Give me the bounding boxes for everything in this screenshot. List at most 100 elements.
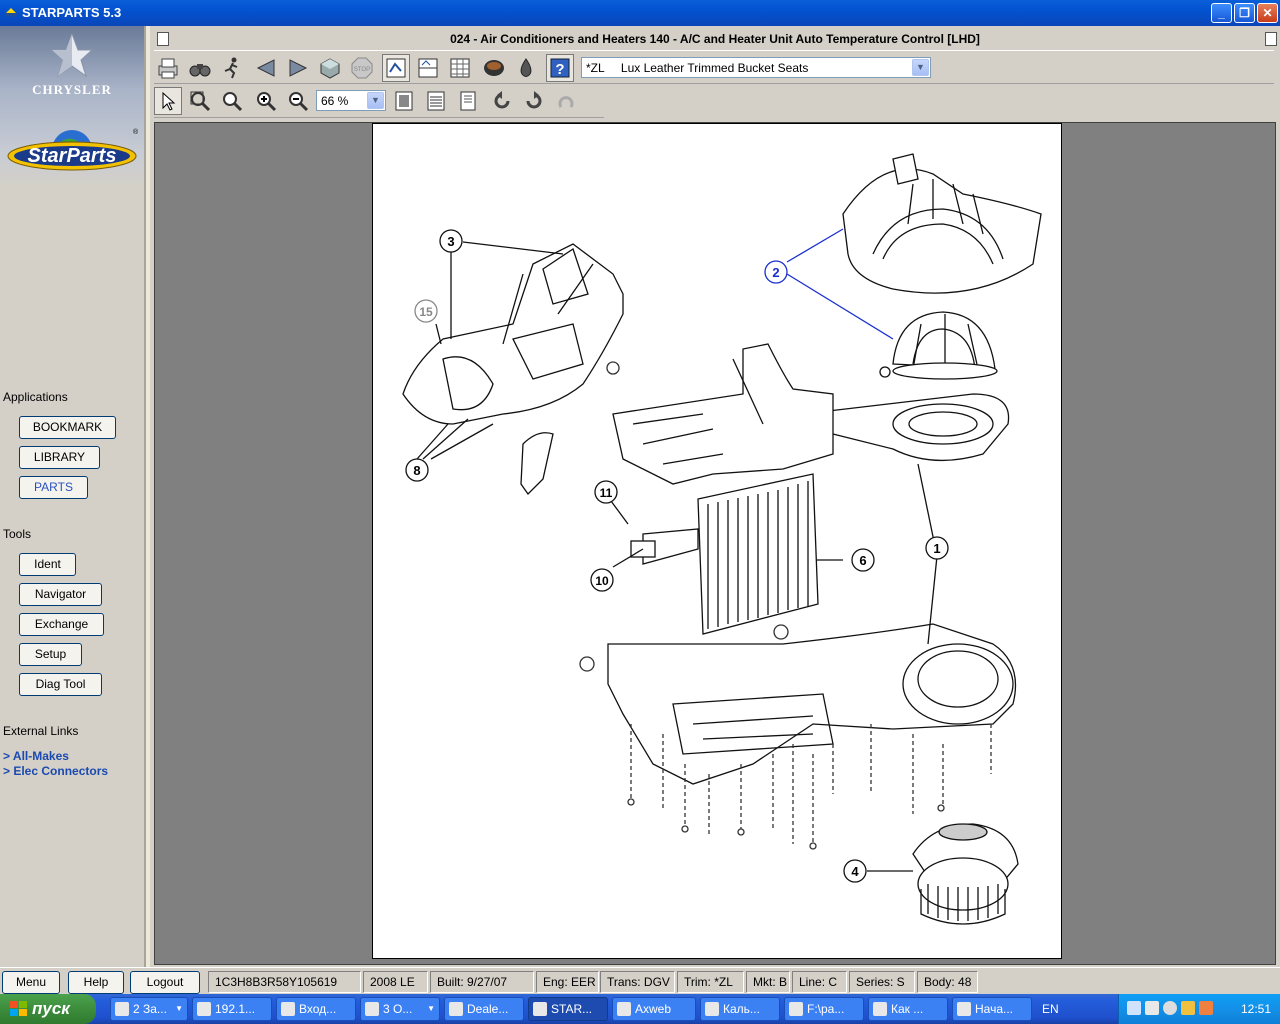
reset-rotation-button[interactable] [552,87,580,115]
task-item-3[interactable]: Вход... [276,997,356,1021]
exchange-button[interactable]: Exchange [19,613,104,636]
ident-button[interactable]: Ident [19,553,76,576]
callout-8-label: 8 [413,463,420,478]
trim-field: Trim: *ZL [677,971,744,993]
logout-button[interactable]: Logout [130,971,200,994]
task-item-10[interactable]: Как ... [868,997,948,1021]
zoom-out-button[interactable] [284,87,312,115]
network-tray-icon[interactable] [1127,1001,1141,1015]
diag-tool-button[interactable]: Diag Tool [19,673,102,696]
start-button[interactable]: пуск [0,994,96,1024]
chrysler-wordmark: CHRYSLER [32,82,112,97]
task-item-7[interactable]: Axweb [612,997,696,1021]
language-indicator[interactable]: EN [1042,1002,1059,1016]
fit-page-button[interactable] [390,87,418,115]
task-item-11[interactable]: Нача... [952,997,1032,1021]
part-2-housing[interactable] [842,153,1042,380]
task-label: Каль... [723,1002,760,1016]
run-button[interactable] [218,54,246,82]
callout-11[interactable]: 11 [594,480,618,504]
fluids-button[interactable] [512,54,540,82]
rotate-right-button[interactable] [520,87,548,115]
update-tray-icon[interactable] [1163,1001,1177,1015]
callout-10-label: 10 [595,574,609,588]
ie-icon [449,1002,463,1016]
task-item-starparts[interactable]: STAR... [528,997,608,1021]
split-view-button[interactable] [414,54,442,82]
zoom-box-button[interactable] [186,87,214,115]
setup-button[interactable]: Setup [19,643,82,666]
reset-icon [558,96,574,108]
rotate-left-icon [494,91,510,109]
maximize-button[interactable]: ❐ [1234,3,1255,23]
part-6-evaporator[interactable] [630,473,819,635]
document-icon-right[interactable] [1265,32,1277,46]
help-tool-button[interactable]: ? [546,54,574,82]
back-button[interactable] [252,54,280,82]
zoom-in-icon [257,92,277,112]
callout-1[interactable]: 1 [925,536,949,560]
zoom-select[interactable]: 66 % ▼ [316,90,386,111]
forward-button[interactable] [284,54,312,82]
main-content-area: 024 - Air Conditioners and Heaters 140 -… [150,26,1280,967]
magnify-button[interactable] [218,87,246,115]
fit-width-button[interactable] [422,87,450,115]
home-button[interactable] [316,54,344,82]
print-button[interactable] [154,54,182,82]
drop-icon [520,58,532,77]
trim-select[interactable]: *ZL Lux Leather Trimmed Bucket Seats ▼ [581,57,931,78]
all-makes-link[interactable]: > All-Makes [3,749,69,763]
chevron-down-icon[interactable]: ▼ [367,92,384,109]
callout-4[interactable]: 4 [843,859,867,883]
elec-connectors-link[interactable]: > Elec Connectors [3,764,108,778]
zoom-window-icon [190,91,211,112]
close-button[interactable]: ✕ [1257,3,1278,23]
illustration-page[interactable]: 3 15 2 8 11 10 6 1 4 [372,123,1062,959]
help-button[interactable]: Help [68,971,124,994]
bracket[interactable] [520,432,554,496]
parts-button[interactable]: PARTS [19,476,88,499]
task-item-4[interactable]: 3 О... ▼ [360,997,440,1021]
task-item-1[interactable]: 2 За... ▼ [110,997,188,1021]
chevron-down-icon[interactable]: ▼ [912,59,929,76]
security-tray-icon[interactable] [1199,1001,1213,1015]
navigator-button[interactable]: Navigator [19,583,102,606]
system-tray: 12:51 [1118,994,1280,1024]
menu-button[interactable]: Menu [2,971,60,994]
actual-size-button[interactable] [454,87,482,115]
task-item-8[interactable]: Каль... [700,997,780,1021]
task-item-9[interactable]: F:\ра... [784,997,864,1021]
callout-15[interactable]: 15 [414,299,438,323]
part-4-blower-motor[interactable] [912,823,1019,925]
body-field: Body: 48 [917,971,978,993]
task-item-5[interactable]: Deale... [444,997,524,1021]
wheel-button[interactable] [480,54,508,82]
monitor-tray-icon[interactable] [1145,1001,1159,1015]
zoom-in-button[interactable] [252,87,280,115]
find-button[interactable] [186,54,214,82]
help-icon: ? [550,58,570,78]
callout-6[interactable]: 6 [851,548,875,572]
rotate-right-icon [526,91,542,109]
callout-2[interactable]: 2 [764,260,788,284]
volume-icon[interactable] [1181,1001,1195,1015]
library-button[interactable]: LIBRARY [19,446,100,469]
part-3-assembly[interactable] [402,243,624,425]
document-titlebar: 024 - Air Conditioners and Heaters 140 -… [150,26,1280,50]
trim-select-value: *ZL Lux Leather Trimmed Bucket Seats [586,61,809,75]
task-label: Как ... [891,1002,924,1016]
stop-button[interactable]: STOP [348,54,376,82]
zoom-select-value: 66 % [321,94,349,108]
callout-10[interactable]: 10 [590,568,614,592]
bookmark-button[interactable]: BOOKMARK [19,416,116,439]
minimize-button[interactable]: _ [1211,3,1232,23]
rotate-left-button[interactable] [488,87,516,115]
illustration-view-button[interactable] [382,54,410,82]
clock[interactable]: 12:51 [1241,1002,1271,1016]
pointer-tool-button[interactable] [154,87,182,115]
parts-list-button[interactable] [446,54,474,82]
callout-8[interactable]: 8 [405,458,429,482]
callout-3[interactable]: 3 [439,229,463,253]
task-item-2[interactable]: 192.1... [192,997,272,1021]
callout-2-label: 2 [772,265,779,280]
